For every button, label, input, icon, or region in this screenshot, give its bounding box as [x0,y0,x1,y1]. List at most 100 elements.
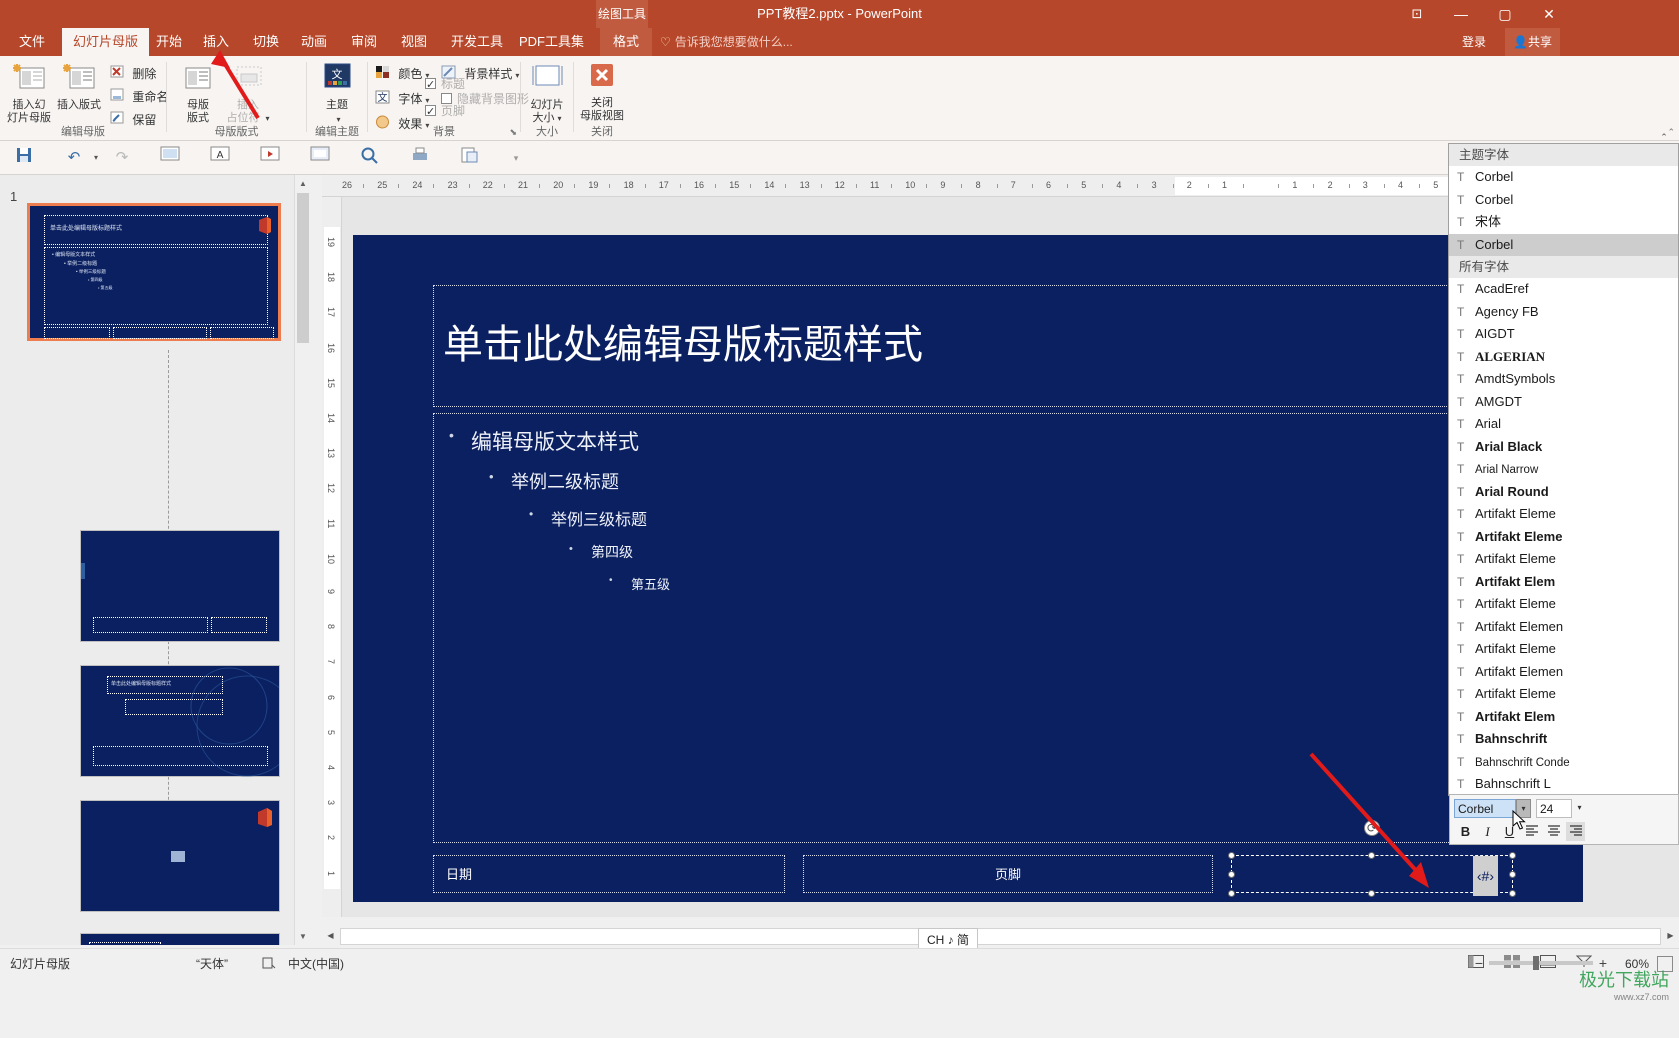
hscroll-right-icon[interactable]: ▶ [1662,927,1679,945]
font-option-all-20[interactable]: T Bahnschrift [1449,728,1678,751]
ribbon-tab-10[interactable]: 格式 [600,28,652,56]
zoom-slider[interactable] [1489,956,1593,970]
font-option-theme-3[interactable]: T Corbel [1449,233,1678,256]
font-option-all-1[interactable]: T Agency FB [1449,301,1678,324]
slide-size-caret-icon[interactable]: ▾ [557,114,561,123]
fonts-caret-icon[interactable]: ▾ [425,96,429,105]
thumbnail-scroll-down-icon[interactable]: ▼ [295,928,311,945]
background-styles-button[interactable]: 背景样式 ▾ [441,64,519,84]
delete-master-button[interactable]: 删除 [110,64,156,84]
slide-show-icon[interactable] [308,146,332,170]
align-right-icon[interactable] [1566,822,1585,841]
background-dialog-launcher[interactable]: ⬊ [509,127,517,138]
hide-background-graphics-checkbox[interactable]: 隐藏背景图形 [441,89,529,109]
close-master-view-button[interactable]: 关闭 母版视图 [576,62,628,123]
fonts-button[interactable]: 文 字体 ▾ [375,89,429,109]
footer-placeholder[interactable]: 页脚 [803,855,1213,893]
font-option-all-13[interactable]: T Artifakt Elem [1449,571,1678,594]
ribbon-display-options-icon[interactable]: ⊡ [1395,0,1439,28]
font-option-all-4[interactable]: T AmdtSymbols [1449,368,1678,391]
resize-handle-middle-right[interactable] [1509,871,1516,878]
ribbon-tab-5[interactable]: 动画 [290,28,338,56]
font-option-all-3[interactable]: T ALGERIAN [1449,346,1678,369]
slide-body-text[interactable]: • 编辑母版文本样式 • 举例二级标题 • 举例三级标题 • 第四级 • 第五级 [433,410,1513,840]
vertical-ruler[interactable]: 191817161514131211109876543211 [322,197,342,917]
maximize-button[interactable]: ▢ [1483,0,1527,28]
resize-handle-bottom-center[interactable] [1368,890,1375,897]
minimize-button[interactable]: — [1439,0,1483,28]
rename-master-button[interactable]: 重命名 [110,87,168,107]
ribbon-tab-1[interactable]: 幻灯片母版 [62,28,150,56]
ribbon-tab-8[interactable]: 开发工具 [440,28,514,56]
resize-handle-top-center[interactable] [1368,852,1375,859]
ribbon-tab-7[interactable]: 视图 [390,28,438,56]
slide-title-text[interactable]: 单击此处编辑母版标题样式 [433,285,1513,405]
slide-surface[interactable]: 单击此处编辑母版标题样式 • 编辑母版文本样式 • 举例二级标题 • 举例三级标题 •… [353,235,1583,902]
mini-format-toolbar[interactable]: Corbel ▾ 24 ▾ B I U [1449,794,1679,845]
ribbon-tab-6[interactable]: 审阅 [340,28,388,56]
font-name-input[interactable]: Corbel [1454,799,1516,818]
zoom-slider-thumb[interactable] [1533,956,1539,970]
thumbnail-layout-2[interactable]: 单击此处编辑母版标题样式 [80,665,280,777]
thumbnail-layout-4[interactable]: 单击此处编辑母版标题样式 [80,933,280,945]
font-option-all-6[interactable]: T Arial [1449,413,1678,436]
font-option-all-7[interactable]: T Arial Black [1449,436,1678,459]
zoom-icon[interactable] [358,146,382,170]
rotate-handle[interactable]: ⟳ [1364,820,1380,836]
hscroll-track[interactable] [340,928,1661,945]
thumbnail-layout-3[interactable] [80,800,280,912]
resize-handle-bottom-left[interactable] [1228,890,1235,897]
insert-slide-master-button[interactable]: 插入幻 灯片母版 [3,62,55,125]
textbox-icon[interactable]: A [208,146,232,170]
resize-handle-top-left[interactable] [1228,852,1235,859]
font-option-all-15[interactable]: T Artifakt Elemen [1449,616,1678,639]
save-icon[interactable] [12,146,36,170]
print-icon[interactable] [408,146,432,170]
font-option-all-22[interactable]: T Bahnschrift L [1449,773,1678,795]
horizontal-scrollbar[interactable]: ◀ ▶ [322,927,1679,947]
thumbnail-slide-master[interactable]: 单击此处编辑母版标题样式 • 编辑母版文本样式 • 举例二级标题 • 举例三级标… [27,203,281,341]
font-option-all-19[interactable]: T Artifakt Elem [1449,706,1678,729]
resize-handle-top-right[interactable] [1509,852,1516,859]
resize-handle-middle-left[interactable] [1228,871,1235,878]
hscroll-left-icon[interactable]: ◀ [322,927,339,945]
font-option-theme-0[interactable]: T Corbel [1449,166,1678,189]
redo-icon[interactable]: ↷ [110,146,134,170]
font-option-all-16[interactable]: T Artifakt Eleme [1449,638,1678,661]
ribbon-tab-0[interactable]: 文件 [8,28,56,56]
insert-placeholder-caret-icon[interactable]: ▾ [266,114,270,123]
colors-button[interactable]: 颜色 ▾ [375,64,429,84]
ribbon-tab-9[interactable]: PDF工具集 [508,28,595,56]
font-option-all-9[interactable]: T Arial Round [1449,481,1678,504]
font-option-all-18[interactable]: T Artifakt Eleme [1449,683,1678,706]
font-option-all-0[interactable]: T AcadEref [1449,278,1678,301]
italic-button[interactable]: I [1478,822,1497,841]
font-option-all-21[interactable]: T Bahnschrift Conde [1449,751,1678,774]
thumbnail-layout-1[interactable] [80,530,280,642]
font-option-all-11[interactable]: T Artifakt Eleme [1449,526,1678,549]
font-option-all-2[interactable]: T AIGDT [1449,323,1678,346]
undo-icon[interactable]: ↶ [62,146,86,170]
font-dropdown-list[interactable]: 主题字体 T Corbel T Corbel T 宋体 T Corbel 所有字体 T Acad… [1448,143,1679,796]
from-beginning-icon[interactable] [158,146,182,170]
date-placeholder[interactable]: 日期 [433,855,785,893]
undo-caret-icon[interactable]: ▾ [84,146,108,170]
close-button[interactable]: ✕ [1527,0,1571,28]
ribbon-tab-4[interactable]: 切换 [242,28,290,56]
font-option-all-12[interactable]: T Artifakt Eleme [1449,548,1678,571]
font-option-theme-2[interactable]: T 宋体 [1449,211,1678,234]
thumbnail-scrollbar[interactable]: ▲ ▼ [294,175,311,945]
font-option-all-5[interactable]: T AMGDT [1449,391,1678,414]
font-option-all-10[interactable]: T Artifakt Eleme [1449,503,1678,526]
colors-caret-icon[interactable]: ▾ [425,71,429,80]
font-size-dropdown-icon[interactable]: ▾ [1572,799,1587,818]
thumbnail-scroll-up-icon[interactable]: ▲ [295,175,311,192]
present-icon[interactable] [258,146,282,170]
font-option-all-17[interactable]: T Artifakt Elemen [1449,661,1678,684]
font-option-all-8[interactable]: T Arial Narrow [1449,458,1678,481]
master-layout-button[interactable]: 母版 版式 [172,62,224,125]
insert-layout-button[interactable]: 插入版式 [53,62,105,112]
spellcheck-icon[interactable] [262,949,276,979]
theme-button[interactable]: 文 主题 ▾ [311,62,363,126]
bold-button[interactable]: B [1456,822,1475,841]
